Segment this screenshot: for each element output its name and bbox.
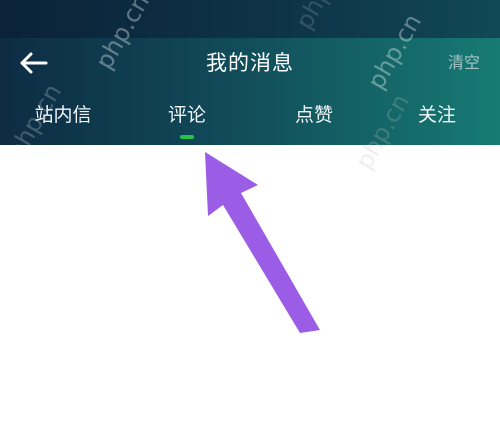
back-button[interactable] xyxy=(14,46,52,80)
active-tab-indicator xyxy=(180,135,194,139)
clear-button[interactable]: 清空 xyxy=(448,51,480,75)
message-tabs: 站内信 评论 点赞 关注 xyxy=(0,98,500,138)
tab-inbox[interactable]: 站内信 xyxy=(18,98,108,138)
tab-comments[interactable]: 评论 xyxy=(142,98,232,138)
comments-list-empty xyxy=(0,145,500,423)
status-bar xyxy=(0,0,500,38)
tab-likes[interactable]: 点赞 xyxy=(269,98,359,138)
page-title: 我的消息 xyxy=(206,51,294,75)
app-header: 我的消息 清空 站内信 评论 点赞 关注 xyxy=(0,0,500,145)
tab-follows[interactable]: 关注 xyxy=(392,98,482,138)
messages-screen: 我的消息 清空 站内信 评论 点赞 关注 php.cn php.cn php.c… xyxy=(0,0,500,423)
arrow-left-icon xyxy=(20,52,48,74)
